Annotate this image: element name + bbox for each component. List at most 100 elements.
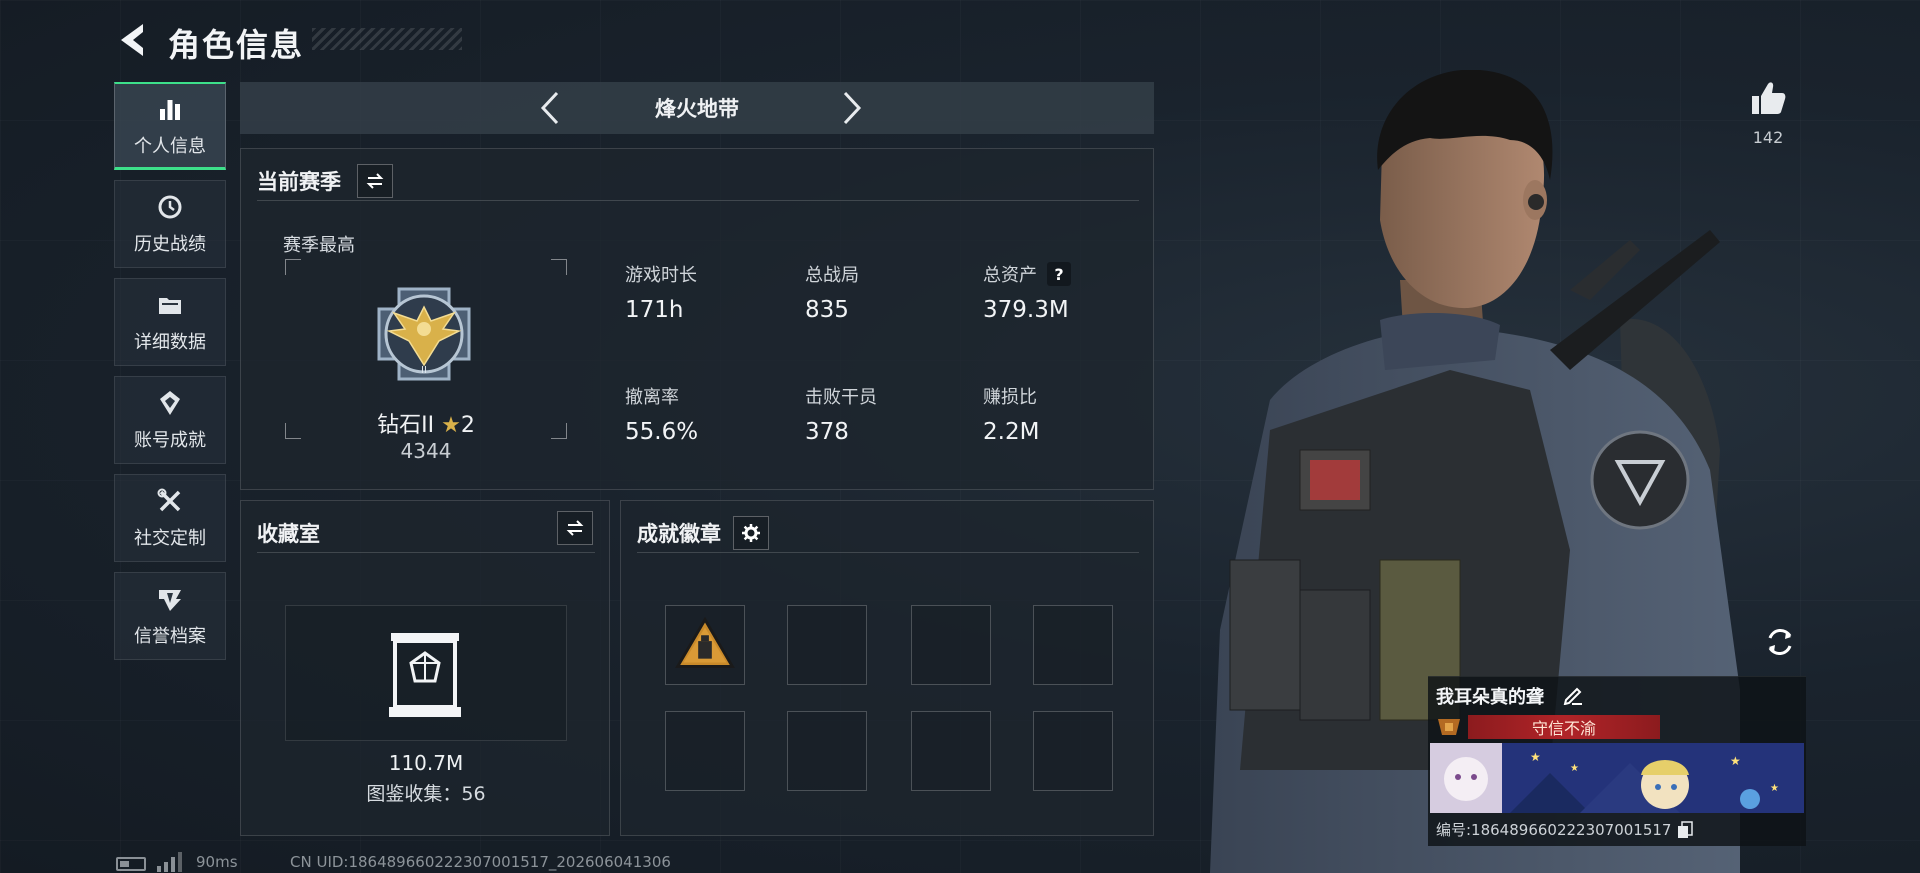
badge-slot-5[interactable]	[665, 711, 745, 791]
badge-slot-3[interactable]	[911, 605, 991, 685]
collection-count: 图鉴收集：56	[366, 783, 486, 805]
folder-icon	[155, 290, 185, 320]
collection-value: 110.7M	[388, 751, 464, 775]
anime-banner-image: ★ ★ ★ ★	[1430, 743, 1804, 813]
display-case-icon	[389, 633, 461, 717]
svg-text:★: ★	[1530, 750, 1541, 764]
stat-value: 55.6%	[625, 419, 699, 445]
page-title: 角色信息	[168, 26, 305, 64]
season-title: 当前赛季	[257, 169, 341, 194]
season-best-label: 赛季最高	[283, 235, 355, 256]
svg-text:★: ★	[1770, 783, 1779, 794]
sidebar-item-label: 账号成就	[134, 430, 206, 451]
badge-slot-2[interactable]	[787, 605, 867, 685]
player-name: 我耳朵真的聋	[1436, 687, 1544, 708]
stat-label: 游戏时长	[625, 265, 697, 286]
bar-chart-icon	[155, 94, 185, 124]
rank-stars: 2	[460, 413, 475, 438]
badge-title: 成就徽章	[637, 521, 721, 546]
thumbs-up-icon[interactable]	[1748, 78, 1788, 118]
mode-next-button[interactable]	[834, 90, 870, 126]
sidebar-item-detailed-data[interactable]: 详细数据	[114, 278, 226, 366]
sidebar-item-personal-info[interactable]: 个人信息	[114, 82, 226, 170]
player-id: 编号:18648966022230700151​7	[1436, 819, 1694, 840]
stat-label: 击败干员	[805, 387, 877, 408]
tools-icon	[155, 486, 185, 516]
stat-value: 378	[805, 419, 849, 445]
sidebar-item-achievements[interactable]: 账号成就	[114, 376, 226, 464]
stat-label: 总战局	[805, 265, 859, 286]
ping-text: 90ms	[196, 853, 238, 871]
sidebar: 个人信息 历史战绩 详细数据 账号成就 社交定制 信誉档案	[114, 82, 226, 670]
copy-icon[interactable]	[1677, 820, 1694, 839]
sidebar-item-credit-record[interactable]: 信誉档案	[114, 572, 226, 660]
badge-settings-button[interactable]	[733, 515, 769, 550]
season-panel-header: 当前赛季	[257, 161, 1139, 201]
history-clock-icon	[155, 192, 185, 222]
sidebar-item-label: 个人信息	[134, 135, 206, 157]
credit-emblem-icon	[155, 584, 185, 614]
stat-value: 171h	[625, 297, 684, 323]
collection-switch-button[interactable]	[557, 511, 593, 545]
stat-play-time: 游戏时长 171h	[625, 261, 697, 323]
stat-operators-defeated: 击败干员 378	[805, 383, 877, 445]
stat-total-assets: 总资产 ? 379.3M	[983, 261, 1071, 323]
collection-panel: 收藏室 110.7M 图鉴收集：56	[240, 500, 610, 836]
svg-text:★: ★	[1570, 763, 1579, 774]
sidebar-item-label: 历史战绩	[134, 234, 206, 255]
collection-title: 收藏室	[257, 521, 320, 546]
rank-name-text: 钻石II	[377, 413, 435, 438]
badge-panel-header: 成就徽章	[637, 513, 1139, 553]
stat-value: 2.2M	[983, 419, 1040, 445]
chevron-right-icon	[843, 91, 862, 125]
stat-extract-rate: 撤离率 55.6%	[625, 383, 698, 445]
swap-icon	[366, 172, 384, 189]
title-emblem-icon	[1438, 719, 1460, 735]
stat-label: 撤离率	[625, 387, 679, 408]
svg-text:★: ★	[1730, 754, 1741, 768]
badge-slot-1[interactable]	[665, 605, 745, 685]
stat-value: 379.3M	[983, 297, 1069, 323]
achievement-badge-panel: 成就徽章	[620, 500, 1154, 836]
svg-text:II: II	[421, 365, 427, 376]
mode-title: 烽火地带	[655, 97, 739, 121]
player-name-card: 我耳朵真的聋 守信不渝 ★ ★ ★ ★ 编号:18648966022230700…	[1428, 676, 1806, 846]
card-banner[interactable]: ★ ★ ★ ★	[1430, 743, 1804, 813]
help-icon[interactable]: ?	[1047, 262, 1071, 286]
rank-name: 钻石II ★2	[241, 407, 611, 439]
season-switch-button[interactable]	[357, 163, 393, 198]
sidebar-item-label: 详细数据	[134, 332, 206, 353]
stat-label: 赚损比	[983, 387, 1037, 408]
collection-panel-header: 收藏室	[257, 513, 595, 553]
sidebar-item-social-custom[interactable]: 社交定制	[114, 474, 226, 562]
back-button[interactable]	[112, 18, 152, 62]
title-decoration	[312, 28, 462, 50]
rotate-icon[interactable]	[1762, 624, 1798, 660]
gear-icon	[742, 523, 760, 542]
chevron-left-icon	[540, 91, 559, 125]
stat-label-text: 总资产	[983, 265, 1037, 286]
mode-selector: 烽火地带	[240, 82, 1154, 134]
uid-text: CN UID:18648966022230700151​7_2026060413…	[290, 853, 671, 871]
edit-pencil-icon[interactable]	[1562, 683, 1584, 705]
diamond-rank-emblem-icon: II	[377, 287, 471, 381]
back-arrow-icon	[121, 24, 143, 56]
stat-profit-ratio: 赚损比 2.2M	[983, 383, 1039, 445]
mode-prev-button[interactable]	[532, 90, 568, 126]
sidebar-item-label: 社交定制	[134, 528, 206, 549]
season-panel: 当前赛季 赛季最高 II 钻石II ★2 4344 游戏时长 171h 总战局 …	[240, 148, 1154, 490]
achievement-icon	[155, 388, 185, 418]
badge-slot-8[interactable]	[1033, 711, 1113, 791]
badge-slot-7[interactable]	[911, 711, 991, 791]
like-count: 142	[1752, 128, 1784, 147]
stat-total-matches: 总战局 835	[805, 261, 859, 323]
sidebar-item-history[interactable]: 历史战绩	[114, 180, 226, 268]
rank-score: 4344	[400, 439, 452, 463]
warning-triangle-badge-icon	[675, 616, 735, 668]
player-id-text: 编号:18648966022230700151​7	[1436, 821, 1672, 839]
stat-label: 总资产 ?	[983, 261, 1071, 287]
badge-slot-4[interactable]	[1033, 605, 1113, 685]
stat-value: 835	[805, 297, 849, 323]
badge-slot-6[interactable]	[787, 711, 867, 791]
player-title-badge: 守信不渝	[1468, 715, 1660, 739]
